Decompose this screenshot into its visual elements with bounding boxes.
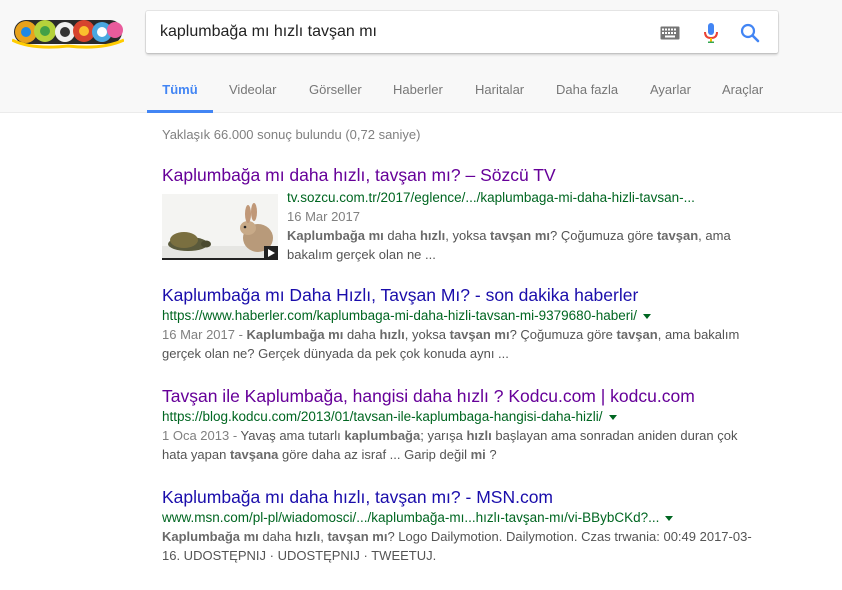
- tab-videos[interactable]: Videolar: [229, 68, 276, 112]
- result-url: https://blog.kodcu.com/2013/01/tavsan-il…: [162, 407, 762, 426]
- search-result: Tavşan ile Kaplumbağa, hangisi daha hızl…: [162, 385, 762, 464]
- result-body: tv.sozcu.com.tr/2017/eglence/.../kaplumb…: [287, 188, 757, 264]
- result-title-link[interactable]: Kaplumbağa mı daha hızlı, tavşan mı? – S…: [162, 164, 556, 186]
- search-tabs: Tümü Videolar Görseller Haberler Harital…: [0, 68, 842, 113]
- active-tab-indicator: [147, 110, 213, 113]
- tab-images[interactable]: Görseller: [309, 68, 362, 112]
- dropdown-arrow-icon[interactable]: [642, 313, 651, 319]
- search-header: Tümü Videolar Görseller Haberler Harital…: [0, 0, 842, 113]
- tab-news[interactable]: Haberler: [393, 68, 443, 112]
- tab-tools[interactable]: Araçlar: [722, 68, 763, 112]
- result-title-link[interactable]: Kaplumbağa mı Daha Hızlı, Tavşan Mı? - s…: [162, 284, 638, 306]
- result-url: https://www.haberler.com/kaplumbaga-mi-d…: [162, 306, 762, 325]
- result-snippet: 1 Oca 2013 - Yavaş ama tutarlı kaplumbağ…: [162, 428, 738, 462]
- tab-maps[interactable]: Haritalar: [475, 68, 524, 112]
- search-result: Kaplumbağa mı Daha Hızlı, Tavşan Mı? - s…: [162, 284, 762, 363]
- dropdown-arrow-icon[interactable]: [665, 515, 674, 521]
- tab-settings[interactable]: Ayarlar: [650, 68, 691, 112]
- keyboard-icon[interactable]: [658, 21, 682, 45]
- result-snippet: 16 Mar 2017 - Kaplumbağa mı daha hızlı, …: [162, 327, 740, 361]
- tab-all[interactable]: Tümü: [147, 68, 213, 113]
- result-snippet: Kaplumbağa mı daha hızlı, yoksa tavşan m…: [287, 228, 731, 262]
- result-title-link[interactable]: Kaplumbağa mı daha hızlı, tavşan mı? - M…: [162, 486, 553, 508]
- result-title-link[interactable]: Tavşan ile Kaplumbağa, hangisi daha hızl…: [162, 385, 695, 407]
- search-result: Kaplumbağa mı daha hızlı, tavşan mı? - M…: [162, 486, 762, 565]
- tab-more[interactable]: Daha fazla: [556, 68, 618, 112]
- search-box: [146, 11, 778, 53]
- result-url: tv.sozcu.com.tr/2017/eglence/.../kaplumb…: [287, 190, 695, 205]
- search-input[interactable]: [160, 11, 640, 53]
- search-result: Kaplumbağa mı daha hızlı, tavşan mı? – S…: [162, 164, 762, 262]
- result-date: 16 Mar 2017: [287, 209, 360, 224]
- result-stats: Yaklaşık 66.000 sonuç bulundu (0,72 sani…: [162, 127, 421, 142]
- result-snippet: Kaplumbağa mı daha hızlı, tavşan mı? Log…: [162, 529, 752, 563]
- video-thumbnail[interactable]: [162, 194, 278, 260]
- search-icon[interactable]: [738, 21, 762, 45]
- dropdown-arrow-icon[interactable]: [608, 414, 617, 420]
- result-url: www.msn.com/pl-pl/wiadomosci/.../kaplumb…: [162, 508, 762, 527]
- google-doodle-logo[interactable]: [11, 12, 125, 50]
- tab-label: Tümü: [162, 82, 198, 97]
- microphone-icon[interactable]: [699, 21, 723, 45]
